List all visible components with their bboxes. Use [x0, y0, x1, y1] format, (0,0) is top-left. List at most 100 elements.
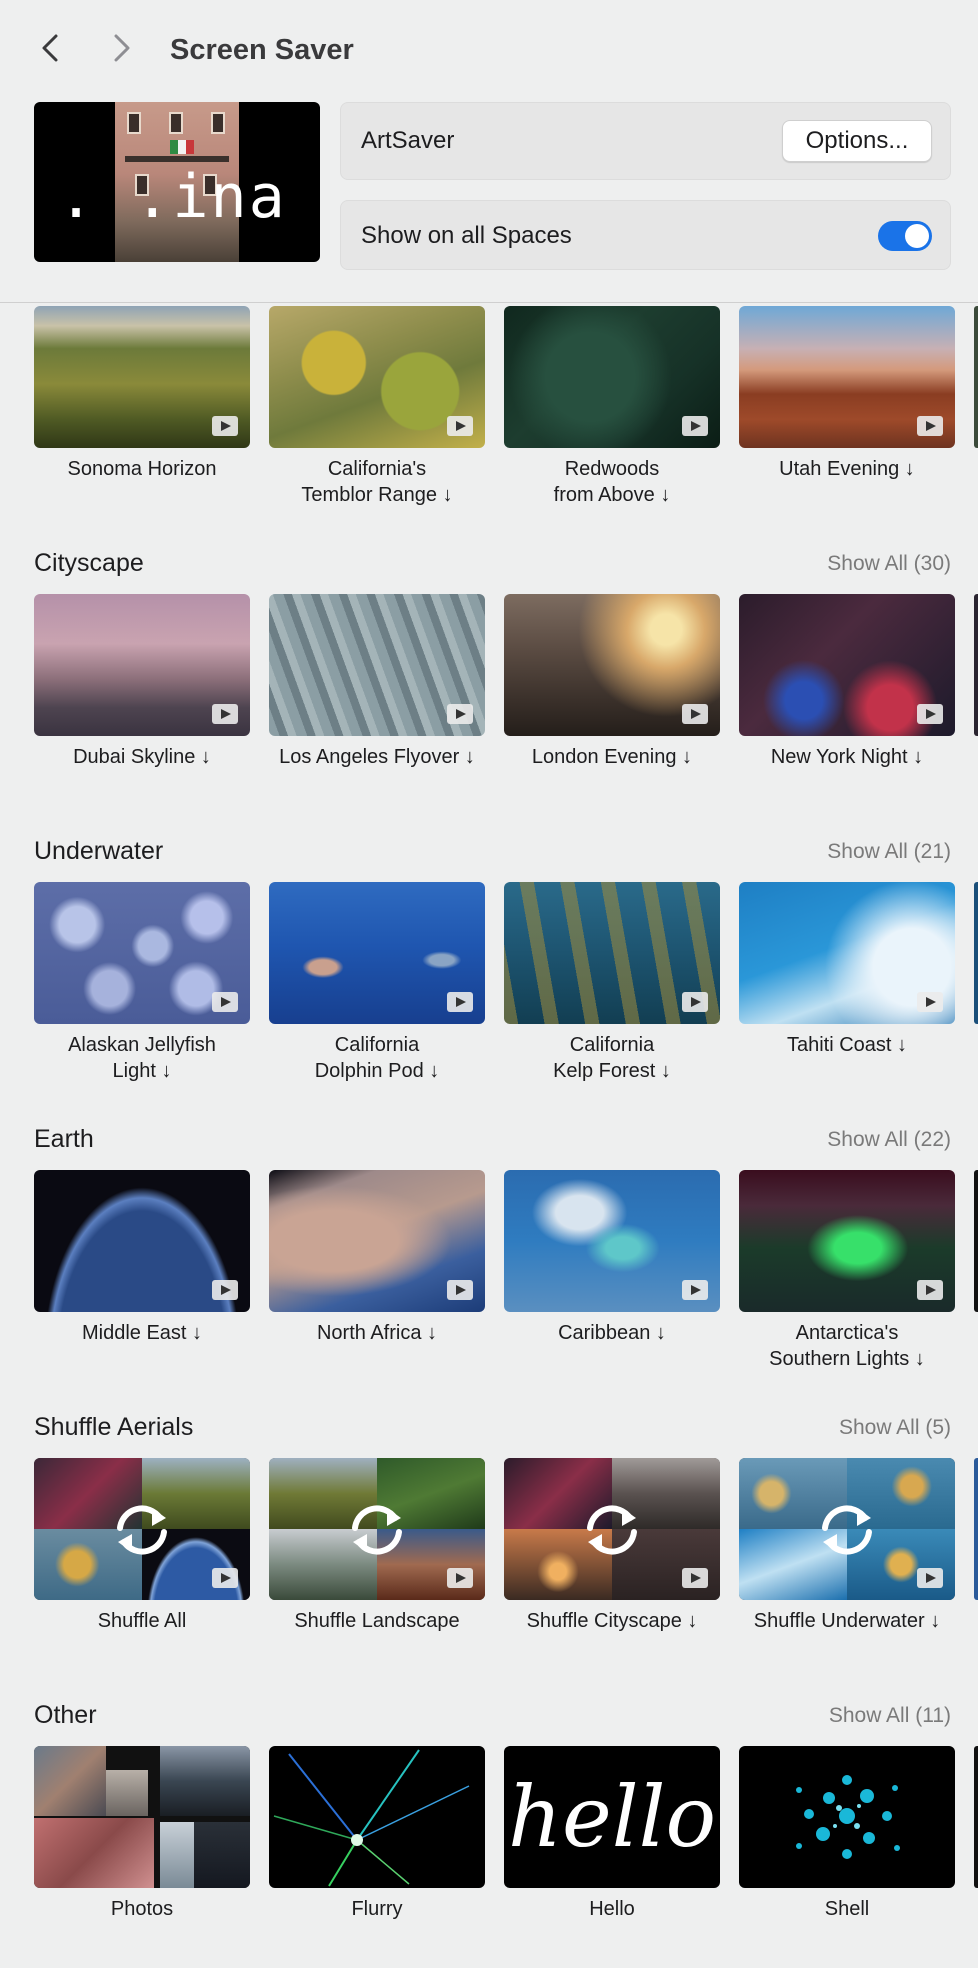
play-icon [917, 992, 943, 1012]
play-icon [447, 704, 473, 724]
forward-button[interactable] [102, 28, 142, 68]
earth-overflow-tile [974, 1170, 978, 1312]
shuffle-icon [352, 1505, 402, 1555]
shell-icon [796, 1775, 900, 1859]
item-label: Hello [589, 1898, 635, 1920]
shuffle-item-all[interactable]: Shuffle All [34, 1458, 250, 1634]
shuffle-item-underwater[interactable]: Shuffle Underwater ↓ [739, 1458, 955, 1634]
saver-row: ArtSaver Options... [340, 102, 951, 180]
divider [0, 302, 978, 303]
section-title: Earth [34, 1125, 94, 1153]
item-label: Shuffle Cityscape ↓ [526, 1610, 698, 1632]
options-button[interactable]: Options... [782, 120, 932, 162]
play-icon [682, 416, 708, 436]
flurry-icon [273, 1749, 470, 1887]
play-icon [212, 704, 238, 724]
item-label: Alaskan Jellyfish Light ↓ [68, 1034, 216, 1082]
shuffle-item-landscape[interactable]: Shuffle Landscape [269, 1458, 485, 1634]
item-label: Sonoma Horizon [67, 458, 217, 480]
section-header-shuffle: Shuffle Aerials Show All (5) [0, 1410, 978, 1450]
cityscape-item-los-angeles[interactable]: Los Angeles Flyover ↓ [269, 594, 485, 770]
cityscape-overflow-tile [974, 594, 978, 736]
underwater-item-kelp[interactable]: California Kelp Forest ↓ [504, 882, 720, 1084]
play-icon [447, 992, 473, 1012]
item-label: Caribbean ↓ [558, 1322, 666, 1344]
other-item-photos[interactable]: Photos [34, 1746, 250, 1922]
underwater-item-tahiti[interactable]: Tahiti Coast ↓ [739, 882, 955, 1058]
show-all-shuffle-link[interactable]: Show All (5) [839, 1414, 951, 1442]
section-title: Other [34, 1701, 97, 1729]
spaces-label: Show on all Spaces [361, 222, 572, 249]
section-title: Cityscape [34, 549, 144, 577]
play-icon [447, 1280, 473, 1300]
other-item-hello[interactable]: hello Hello [504, 1746, 720, 1922]
cityscape-item-dubai[interactable]: Dubai Skyline ↓ [34, 594, 250, 770]
other-item-shell[interactable]: Shell [739, 1746, 955, 1922]
play-icon [682, 1568, 708, 1588]
item-label: California Kelp Forest ↓ [553, 1034, 671, 1082]
show-on-all-spaces-toggle[interactable] [878, 221, 932, 251]
chevron-left-icon [42, 34, 58, 62]
flag-icon [170, 140, 194, 154]
item-label: Utah Evening ↓ [779, 458, 915, 480]
item-label: Redwoods from Above ↓ [553, 458, 671, 506]
item-label: North Africa ↓ [316, 1322, 438, 1344]
underwater-overflow-tile [974, 882, 978, 1024]
section-title: Shuffle Aerials [34, 1413, 194, 1441]
item-label: Shell [824, 1898, 870, 1920]
item-label: Shuffle Underwater ↓ [753, 1610, 941, 1632]
landscape-item-sonoma-horizon[interactable]: Sonoma Horizon [34, 306, 250, 482]
landscape-item-utah-evening[interactable]: Utah Evening ↓ [739, 306, 955, 482]
landscape-item-redwoods[interactable]: Redwoods from Above ↓ [504, 306, 720, 508]
toggle-knob [905, 224, 929, 248]
play-icon [212, 992, 238, 1012]
hello-text: hello [507, 1768, 717, 1866]
back-button[interactable] [30, 28, 70, 68]
item-label: Shuffle All [97, 1610, 187, 1632]
underwater-item-dolphin[interactable]: California Dolphin Pod ↓ [269, 882, 485, 1084]
chevron-right-icon [114, 34, 130, 62]
item-label: Middle East ↓ [81, 1322, 203, 1344]
play-icon [917, 704, 943, 724]
preview-text: . .ina [58, 162, 287, 232]
play-icon [212, 1568, 238, 1588]
play-icon [682, 992, 708, 1012]
shuffle-overflow-tile [974, 1458, 978, 1600]
item-label: Tahiti Coast ↓ [786, 1034, 908, 1056]
play-icon [447, 416, 473, 436]
underwater-item-jellyfish[interactable]: Alaskan Jellyfish Light ↓ [34, 882, 250, 1084]
saver-name: ArtSaver [361, 127, 455, 154]
earth-item-antarctica[interactable]: Antarctica's Southern Lights ↓ [739, 1170, 955, 1372]
earth-item-caribbean[interactable]: Caribbean ↓ [504, 1170, 720, 1346]
show-all-other-link[interactable]: Show All (11) [829, 1702, 951, 1730]
item-label: Shuffle Landscape [294, 1610, 460, 1632]
show-all-cityscape-link[interactable]: Show All (30) [827, 550, 951, 578]
cityscape-item-london[interactable]: London Evening ↓ [504, 594, 720, 770]
play-icon [212, 1280, 238, 1300]
item-label: Antarctica's Southern Lights ↓ [769, 1322, 925, 1370]
item-label: California's Temblor Range ↓ [301, 458, 453, 506]
play-icon [682, 1280, 708, 1300]
show-all-underwater-link[interactable]: Show All (21) [827, 838, 951, 866]
spaces-row: Show on all Spaces [340, 200, 951, 270]
shuffle-item-cityscape[interactable]: Shuffle Cityscape ↓ [504, 1458, 720, 1634]
earth-item-north-africa[interactable]: North Africa ↓ [269, 1170, 485, 1346]
item-label: California Dolphin Pod ↓ [314, 1034, 440, 1082]
section-header-earth: Earth Show All (22) [0, 1122, 978, 1162]
header: Screen Saver . .ina ArtSaver Options... … [0, 0, 978, 302]
landscape-item-temblor-range[interactable]: California's Temblor Range ↓ [269, 306, 485, 508]
shuffle-icon [117, 1505, 167, 1555]
item-label: Flurry [351, 1898, 403, 1920]
item-label: New York Night ↓ [770, 746, 924, 768]
other-item-flurry[interactable]: Flurry [269, 1746, 485, 1922]
earth-item-middle-east[interactable]: Middle East ↓ [34, 1170, 250, 1346]
show-all-earth-link[interactable]: Show All (22) [827, 1126, 951, 1154]
screen-saver-preview: . .ina [34, 102, 320, 262]
item-label: Photos [110, 1898, 174, 1920]
item-label: Los Angeles Flyover ↓ [279, 746, 475, 768]
other-overflow-tile [974, 1746, 978, 1888]
play-icon [917, 1280, 943, 1300]
cityscape-item-new-york[interactable]: New York Night ↓ [739, 594, 955, 770]
section-header-other: Other Show All (11) [0, 1698, 978, 1738]
section-header-underwater: Underwater Show All (21) [0, 834, 978, 874]
